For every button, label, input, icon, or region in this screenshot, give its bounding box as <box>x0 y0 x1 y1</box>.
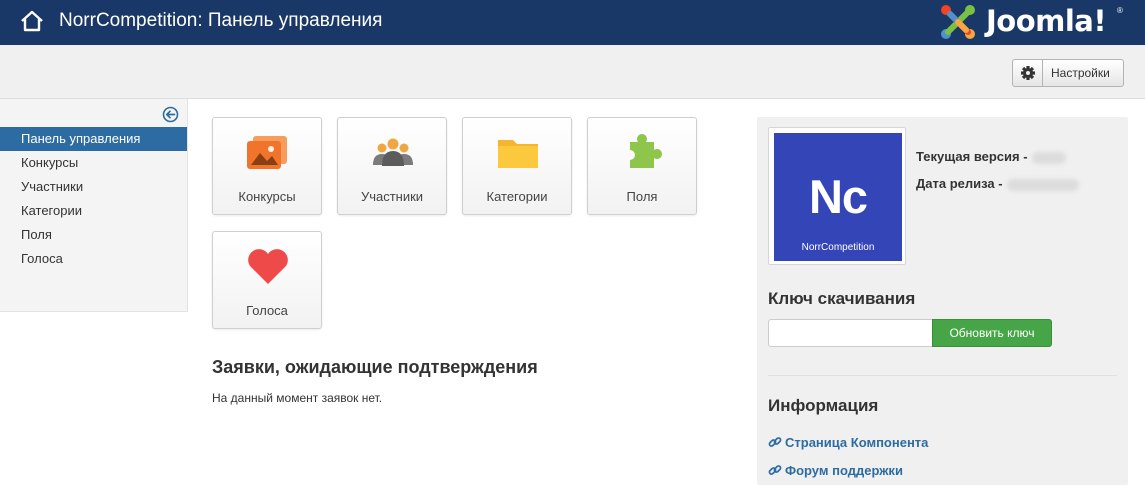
divider <box>768 375 1117 376</box>
component-page-link-label: Страница Компонента <box>785 435 929 450</box>
sidebar-item-contests[interactable]: Конкурсы <box>0 151 187 175</box>
tile-categories[interactable]: Категории <box>462 117 572 215</box>
settings-button[interactable]: Настройки <box>1012 59 1124 87</box>
current-version-value-blurred <box>1031 151 1066 164</box>
sidebar-item-fields[interactable]: Поля <box>0 223 187 247</box>
gear-icon <box>1013 60 1043 86</box>
component-info-panel: Nc NorrCompetition Текущая версия - Дата… <box>757 117 1128 485</box>
support-forum-link-label: Форум поддержки <box>785 463 903 478</box>
tile-label: Категории <box>486 189 548 204</box>
users-icon <box>373 138 413 166</box>
sidebar-item-categories[interactable]: Категории <box>0 199 187 223</box>
component-logo-abbr: Nc <box>808 170 868 223</box>
download-key-input[interactable] <box>768 319 933 347</box>
toolbar: Настройки <box>0 45 1145 99</box>
settings-button-label: Настройки <box>1051 66 1110 80</box>
sidebar: Панель управления Конкурсы Участники Кат… <box>0 99 188 312</box>
tile-participants[interactable]: Участники <box>337 117 447 215</box>
tile-label: Поля <box>626 189 658 204</box>
tile-votes[interactable]: Голоса <box>212 231 322 329</box>
current-version: Текущая версия - <box>916 149 1066 164</box>
link-icon <box>768 465 782 475</box>
support-forum-link[interactable]: Форум поддержки <box>768 463 903 478</box>
current-version-label: Текущая версия - <box>916 149 1028 164</box>
images-icon <box>247 136 287 169</box>
collapse-left-arrow-icon[interactable] <box>162 106 179 123</box>
tile-label: Голоса <box>246 303 288 318</box>
tile-contests[interactable]: Конкурсы <box>212 117 322 215</box>
page-title: NorrCompetition: Панель управления <box>59 10 383 31</box>
download-key-heading: Ключ скачивания <box>768 289 916 308</box>
joomla-logo: Joomla! ® <box>938 2 1128 42</box>
home-icon[interactable] <box>19 9 45 33</box>
heart-icon <box>248 249 288 284</box>
pending-applications-empty-text: На данный момент заявок нет. <box>212 391 383 405</box>
registered-mark: ® <box>1117 6 1123 15</box>
release-date-label: Дата релиза - <box>916 176 1003 191</box>
joomla-emblem-icon <box>941 5 975 39</box>
tile-fields[interactable]: Поля <box>587 117 697 215</box>
info-heading: Информация <box>768 396 879 415</box>
link-icon <box>768 437 782 447</box>
folder-icon <box>498 140 538 168</box>
sidebar-item-dashboard[interactable]: Панель управления <box>0 127 187 151</box>
joomla-logo-text: Joomla! <box>986 4 1107 38</box>
tile-label: Конкурсы <box>238 189 296 204</box>
tile-label: Участники <box>360 189 424 204</box>
sidebar-item-votes[interactable]: Голоса <box>0 247 187 271</box>
update-key-button[interactable]: Обновить ключ <box>932 319 1052 347</box>
puzzle-icon <box>630 134 662 168</box>
sidebar-item-participants[interactable]: Участники <box>0 175 187 199</box>
release-date: Дата релиза - <box>916 176 1079 191</box>
top-header-bar: NorrCompetition: Панель управления Jooml… <box>0 0 1145 45</box>
release-date-value-blurred <box>1006 178 1079 191</box>
pending-applications-heading: Заявки, ожидающие подтверждения <box>212 357 538 377</box>
component-logo-name: NorrCompetition <box>801 242 875 253</box>
component-logo: Nc NorrCompetition <box>768 127 906 265</box>
component-page-link[interactable]: Страница Компонента <box>768 435 928 450</box>
component-logo-box: Nc NorrCompetition <box>774 133 902 261</box>
